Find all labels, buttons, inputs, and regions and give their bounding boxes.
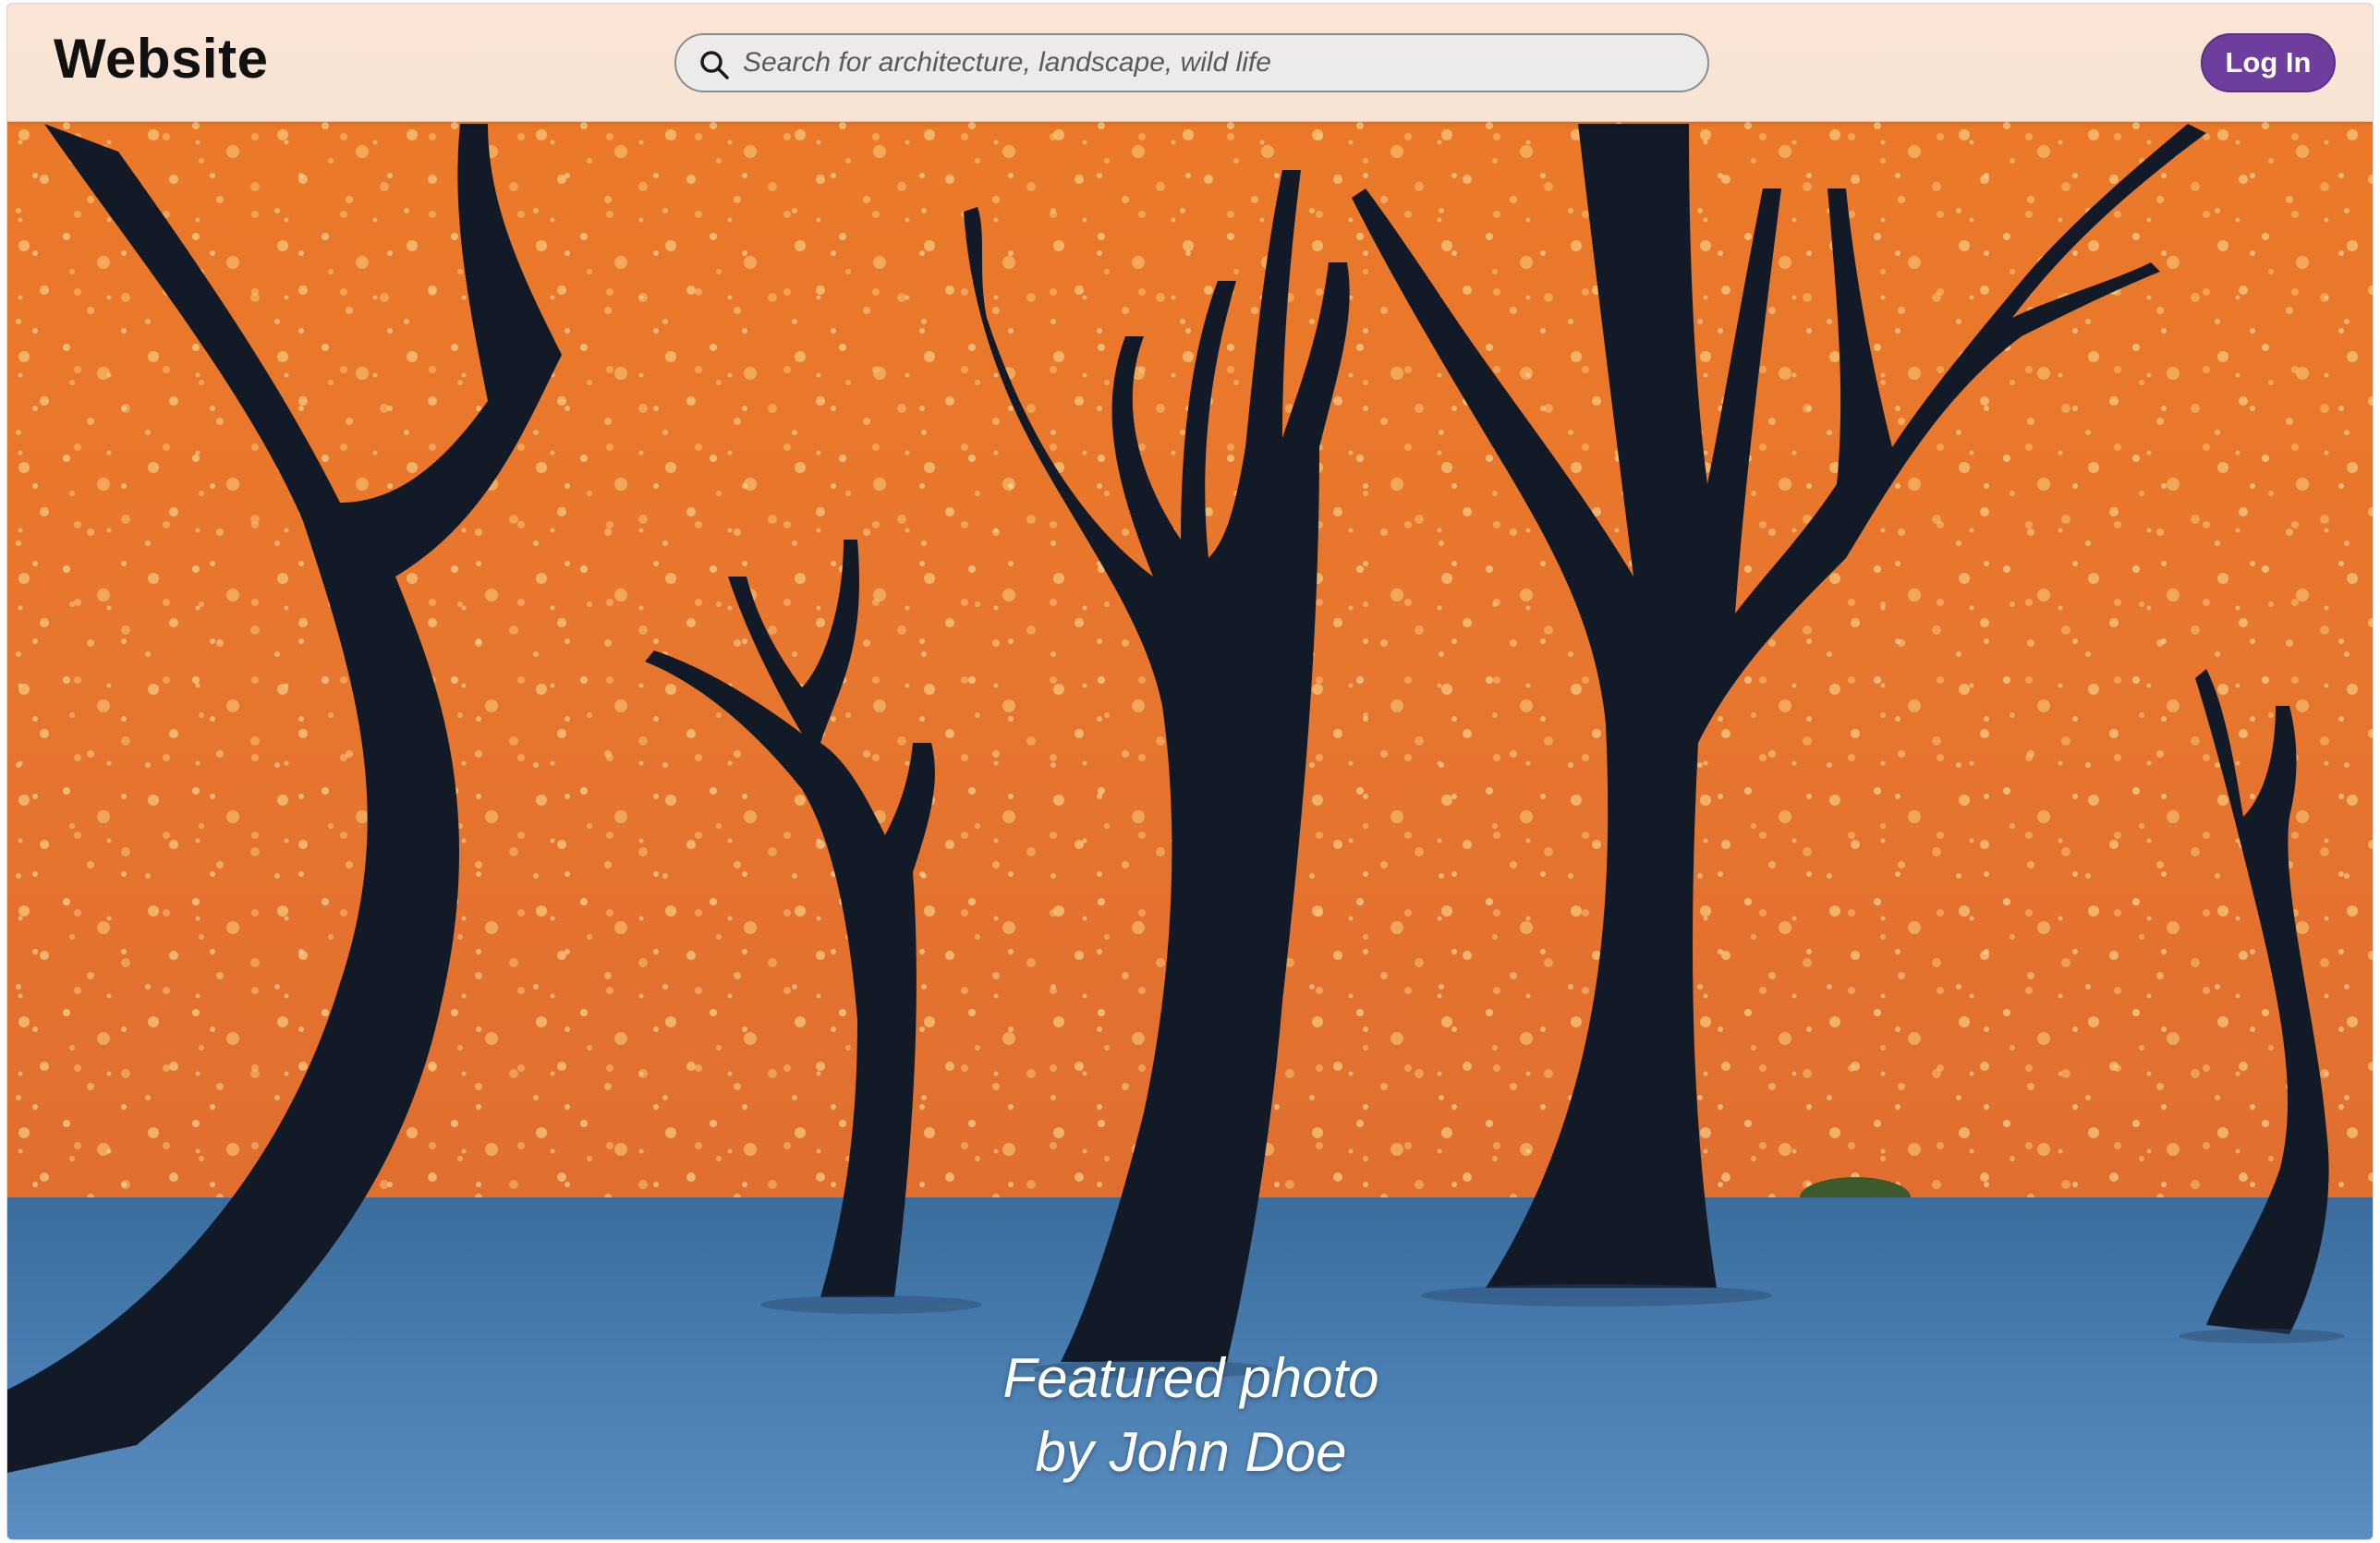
caption-credit: by John Doe (1035, 1421, 1347, 1483)
search-icon (700, 51, 729, 79)
site-logo[interactable]: Website (54, 31, 268, 87)
page-frame: Website Log In Featured photo by John Do… (6, 3, 2374, 1540)
log-in-button[interactable]: Log In (2201, 33, 2336, 92)
featured-photo-scene (7, 4, 2373, 1539)
caption-title: Featured photo (1002, 1347, 1379, 1409)
top-navigation-bar: Website Log In (7, 4, 2373, 122)
search-bar[interactable] (674, 33, 1709, 92)
featured-photo (7, 4, 2373, 1539)
search-input[interactable] (743, 41, 1685, 85)
featured-photo-caption: Featured photo by John Doe (7, 1342, 2373, 1489)
